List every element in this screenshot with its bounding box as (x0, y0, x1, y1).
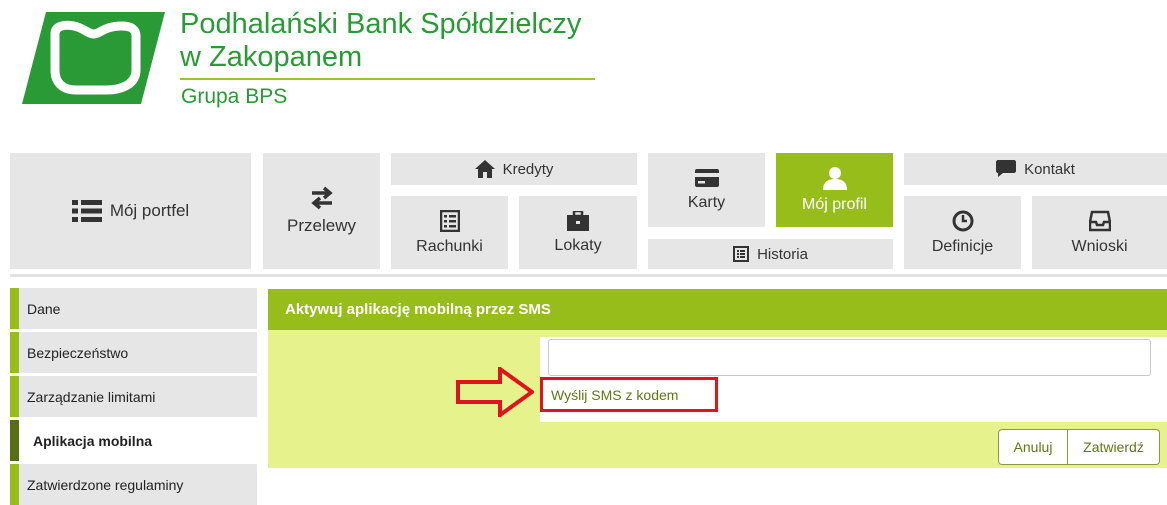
nav-historia[interactable]: Historia (648, 239, 893, 269)
sidebar-item-label: Aplikacja mobilna (33, 432, 153, 449)
sidebar-item-label: Zatwierdzone regulaminy (27, 476, 184, 493)
bank-logo[interactable] (22, 12, 165, 104)
nav-lokaty[interactable]: Lokaty (519, 196, 637, 269)
nav-rachunki-label: Rachunki (416, 237, 483, 255)
bank-group: Grupa BPS (181, 85, 288, 108)
user-icon (822, 167, 847, 190)
nav-definicje[interactable]: Definicje (904, 196, 1021, 269)
list-icon (71, 200, 102, 222)
header-divider (180, 78, 595, 80)
chat-icon (996, 160, 1017, 177)
nav-wnioski-label: Wnioski (1071, 237, 1128, 255)
nav-kredyty[interactable]: Kredyty (391, 153, 637, 185)
nav-karty[interactable]: Karty (648, 153, 765, 227)
nav-wnioski[interactable]: Wnioski (1032, 196, 1167, 269)
transfer-icon (310, 186, 333, 210)
nav-karty-label: Karty (687, 194, 726, 211)
sidebar-item-label: Zarządzanie limitami (27, 388, 156, 405)
nav-definicje-label: Definicje (931, 237, 994, 255)
nav-moj-portfel[interactable]: Mój portfel (10, 153, 251, 269)
nav-rachunki[interactable]: Rachunki (391, 196, 508, 269)
sidebar-item-label: Bezpieczeństwo (27, 344, 129, 361)
nav-kredyty-label: Kredyty (502, 160, 554, 178)
history-list-icon (733, 246, 750, 262)
sidebar-item-limity[interactable]: Zarządzanie limitami (10, 376, 257, 417)
nav-moj-portfel-label: Mój portfel (109, 201, 190, 220)
nav-kontakt[interactable]: Kontakt (904, 153, 1167, 185)
panel-title: Aktywuj aplikację mobilną przez SMS (268, 289, 1167, 330)
briefcase-icon (567, 210, 589, 231)
inbox-icon (1088, 210, 1111, 231)
document-icon (439, 209, 460, 232)
clock-icon (952, 210, 973, 231)
confirm-button[interactable]: Zatwierdź (1068, 429, 1160, 465)
cancel-button[interactable]: Anuluj (998, 429, 1068, 465)
sidebar-item-aplikacja-mobilna[interactable]: Aplikacja mobilna (10, 420, 257, 461)
nav-moj-profil-label: Mój profil (802, 196, 867, 213)
sidebar-item-regulaminy[interactable]: Zatwierdzone regulaminy (10, 464, 257, 505)
action-buttons: Anuluj Zatwierdź (998, 429, 1160, 465)
bank-logo-mark (22, 12, 165, 104)
nav-kontakt-label: Kontakt (1024, 160, 1075, 178)
nav-lokaty-label: Lokaty (554, 236, 602, 254)
sidebar-item-bezpieczenstwo[interactable]: Bezpieczeństwo (10, 332, 257, 373)
nav-przelewy-label: Przelewy (287, 216, 356, 235)
card-icon (694, 169, 719, 187)
bank-name-line2: w Zakopanem (180, 41, 363, 73)
nav-historia-label: Historia (757, 245, 808, 263)
bank-name-line1: Podhalański Bank Spółdzielczy (180, 8, 582, 40)
nav-moj-profil[interactable]: Mój profil (776, 153, 893, 227)
sidebar-item-dane[interactable]: Dane (10, 288, 257, 329)
nav-przelewy[interactable]: Przelewy (263, 153, 380, 269)
sms-code-input[interactable] (548, 339, 1151, 376)
bank-name: Podhalański Bank Spółdzielczy w Zakopane… (180, 8, 581, 74)
arrow-right-icon (456, 367, 534, 417)
home-icon (474, 160, 495, 178)
sidebar-item-label: Dane (27, 300, 61, 317)
activation-panel: Aktywuj aplikację mobilną przez SMS Wyśl… (268, 289, 1167, 468)
nav-divider (10, 274, 1167, 277)
send-sms-link[interactable]: Wyślij SMS z kodem (540, 377, 718, 412)
